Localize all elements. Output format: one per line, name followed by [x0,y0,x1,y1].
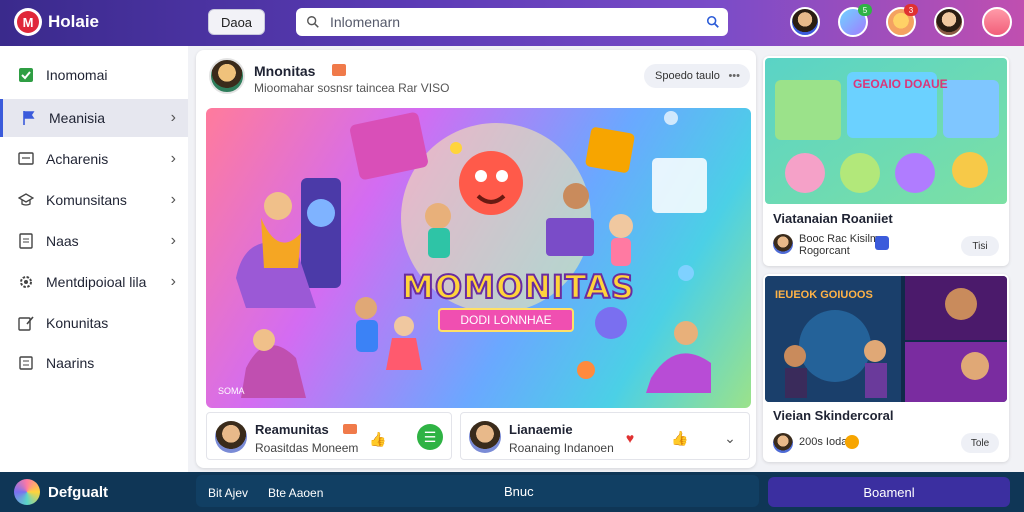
sidebar-item-inomomai[interactable]: Inomomai [0,56,188,94]
suggested-card-title: Vieian Skindercoral [773,408,894,423]
sidebar-item-label: Konunitas [46,315,109,331]
footer-action-button[interactable]: Boamenl [768,477,1010,507]
suggested-card-avatar [773,433,793,453]
sub-post-card[interactable]: Lianaemie Roanaing Indanoen ♥ 👍 ⌄ [460,412,750,460]
sidebar-item-mentdipoioal[interactable]: Mentdipoioal lila › [0,263,188,301]
suggested-card-title: Viatanaian Roaniiet [773,211,893,226]
suggested-card-image: IEUEOK GOIUOOS [765,276,1007,402]
chat-icon[interactable]: ☰ [417,424,443,450]
sub-post-avatar[interactable] [215,421,247,453]
sidebar-item-naas[interactable]: Naas › [0,222,188,260]
post-options-label: Spoedo taulo [655,70,720,82]
footer-logo-icon[interactable] [14,479,40,505]
post-title[interactable]: Mnonitas [254,63,315,79]
hero-banner: DODI LONNHAE [438,308,574,332]
chevron-right-icon: › [170,109,176,126]
compose-icon [18,316,34,331]
logo-mark: M [17,11,39,33]
gear-icon [20,276,32,288]
more-icon: ••• [728,70,740,82]
chevron-right-icon: › [170,150,176,167]
suggested-card-text: Rogorcant [799,245,850,257]
like-icon[interactable]: 👍 [365,426,391,452]
sub-post-text: Roasitdas Moneem [255,441,359,455]
sidebar: Inomomai Meanisia › Acharenis › Komunsit… [0,46,188,472]
footer-title: Defgualt [48,484,108,501]
flag-icon [23,111,35,125]
search-icon [307,16,319,28]
document-icon [19,233,33,249]
hero-illustration [236,111,711,398]
screen-icon [18,152,34,165]
bottom-bar: Defgualt Bit Ajev Bte Aaoen Bnuc Boamenl [0,472,1024,512]
share-icon[interactable] [875,236,889,250]
suggested-card-avatar [773,234,793,254]
post-author-avatar[interactable] [209,58,245,94]
sidebar-item-komunsitans[interactable]: Komunsitans › [0,181,188,219]
heart-icon[interactable]: ♥ [617,425,643,451]
search-submit-icon[interactable] [706,15,720,29]
tag-icon [332,64,346,76]
sidebar-item-label: Komunsitans [46,192,127,208]
badge-icon [845,435,859,449]
chevron-right-icon: › [170,273,176,290]
sidebar-item-label: Naarins [46,355,95,371]
suggested-card-image: GEOAIO DOAUE [765,58,1007,204]
user-avatar[interactable] [790,7,820,37]
hero-image[interactable]: MOMONITAS DODI LONNHAE SOMA [206,108,751,408]
suggested-card[interactable]: IEUEOK GOIUOOS Vieian Skindercoral 200s … [763,274,1009,462]
sidebar-item-acharenis[interactable]: Acharenis › [0,140,188,178]
sub-post-avatar[interactable] [469,421,501,453]
sidebar-item-naarins[interactable]: Naarins [0,344,188,382]
suggested-card-image-text: GEOAIO DOAUE [853,77,948,91]
suggested-card-button[interactable]: Tisi [961,236,999,256]
tag-icon [343,424,357,434]
post-card: Mnonitas Mioomahar sosnsr taincea Rar VI… [196,50,756,468]
profile-avatar[interactable] [934,7,964,37]
sidebar-item-label: Inomomai [46,67,108,83]
hero-caption: SOMA [218,386,245,396]
suggested-card[interactable]: GEOAIO DOAUE Viatanaian Roaniiet Booc Ra… [763,56,1009,266]
search-input[interactable] [330,14,700,30]
friends-badge: 5 [858,4,872,16]
like-icon[interactable]: 👍 [667,425,693,451]
chevron-right-icon: › [170,191,176,208]
app-title: Holaie [48,12,100,31]
top-bar: M Holaie Daoa 5 3 [0,0,1024,46]
post-options-button[interactable]: Spoedo taulo ••• [644,64,750,88]
footer-link[interactable]: Bit Ajev [208,486,248,500]
suggested-card-text: 200s Ioda [799,436,848,448]
suggested-card-button[interactable]: Tole [961,433,999,453]
footer-center-label[interactable]: Bnuc [504,484,534,499]
footer-link[interactable]: Bte Aaoen [268,486,323,500]
chevron-down-icon[interactable]: ⌄ [717,425,743,451]
top-button[interactable]: Daoa [208,9,265,35]
suggested-card-image-text: IEUEOK GOIUOOS [775,289,873,301]
menu-icon[interactable] [982,7,1012,37]
sidebar-item-meanisia[interactable]: Meanisia › [0,99,188,137]
square-icon [19,68,33,82]
post-subtitle: Mioomahar sosnsr taincea Rar VISO [254,81,450,95]
sidebar-item-label: Acharenis [46,151,109,167]
search-bar[interactable] [296,8,728,36]
chevron-right-icon: › [170,232,176,249]
sidebar-item-label: Mentdipoioal lila [46,274,147,290]
suggested-card-text: Booc Rac Kisilme [799,233,886,245]
sub-post-title: Reamunitas [255,422,329,437]
sub-post-text: Roanaing Indanoen [509,441,614,455]
notifications-badge: 3 [904,4,918,16]
users-icon [19,356,33,370]
sub-post-title: Lianaemie [509,422,573,437]
sidebar-item-label: Naas [46,233,79,249]
sidebar-item-label: Meanisia [49,110,106,126]
graduation-cap-icon [18,193,34,206]
sub-post-card[interactable]: Reamunitas Roasitdas Moneem 👍 ☰ [206,412,452,460]
sidebar-item-konunitas[interactable]: Konunitas [0,304,188,342]
app-logo[interactable]: M [14,8,42,36]
hero-title: MOMONITAS [401,267,635,307]
